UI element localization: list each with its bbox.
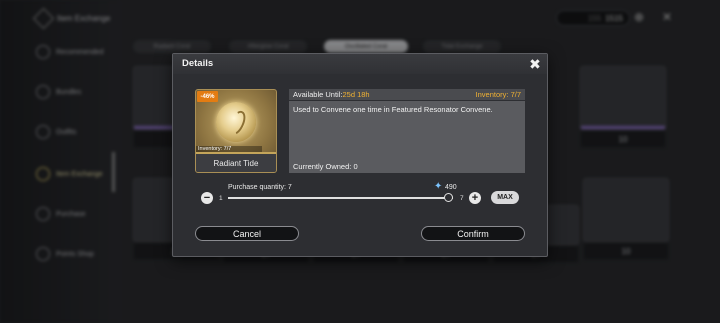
details-dialog: Details ✖ -46% Inventory: 7/7 Radiant Ti… (172, 53, 548, 257)
owned-count: Currently Owned: 0 (293, 162, 358, 171)
radiant-tide-icon (216, 102, 256, 142)
available-label: Available Until: (293, 90, 343, 99)
available-value: 25d 18h (342, 90, 370, 99)
quantity-slider-handle[interactable] (444, 193, 453, 202)
slider-max-label: 7 (460, 195, 464, 202)
quantity-slider-track[interactable] (228, 197, 453, 199)
plus-icon: + (471, 191, 479, 204)
item-card: -46% Inventory: 7/7 Radiant Tide (195, 89, 277, 173)
close-icon: ✖ (529, 55, 541, 72)
confirm-button[interactable]: Confirm (421, 226, 525, 241)
currency-icon: ✦ (434, 181, 443, 192)
slider-min-label: 1 (219, 195, 223, 202)
discount-badge: -46% (197, 91, 218, 102)
total-cost: 490 (445, 184, 457, 191)
minus-icon: − (203, 191, 211, 204)
inventory-text: Inventory: 7/7 (475, 90, 521, 99)
max-button[interactable]: MAX (491, 191, 519, 204)
increase-button[interactable]: + (469, 192, 481, 204)
item-description: Used to Convene one time in Featured Res… (293, 105, 493, 114)
description-box: Used to Convene one time in Featured Res… (289, 101, 525, 173)
cancel-button[interactable]: Cancel (195, 226, 299, 241)
decrease-button[interactable]: − (201, 192, 213, 204)
close-button[interactable]: ✖ (526, 55, 544, 73)
purchase-quantity-label: Purchase quantity: 7 (228, 184, 292, 191)
dialog-title: Details (182, 58, 214, 69)
item-name: Radiant Tide (196, 152, 276, 172)
dialog-header (173, 54, 547, 74)
availability-bar: Available Until:25d 18h Inventory: 7/7 (289, 89, 525, 100)
